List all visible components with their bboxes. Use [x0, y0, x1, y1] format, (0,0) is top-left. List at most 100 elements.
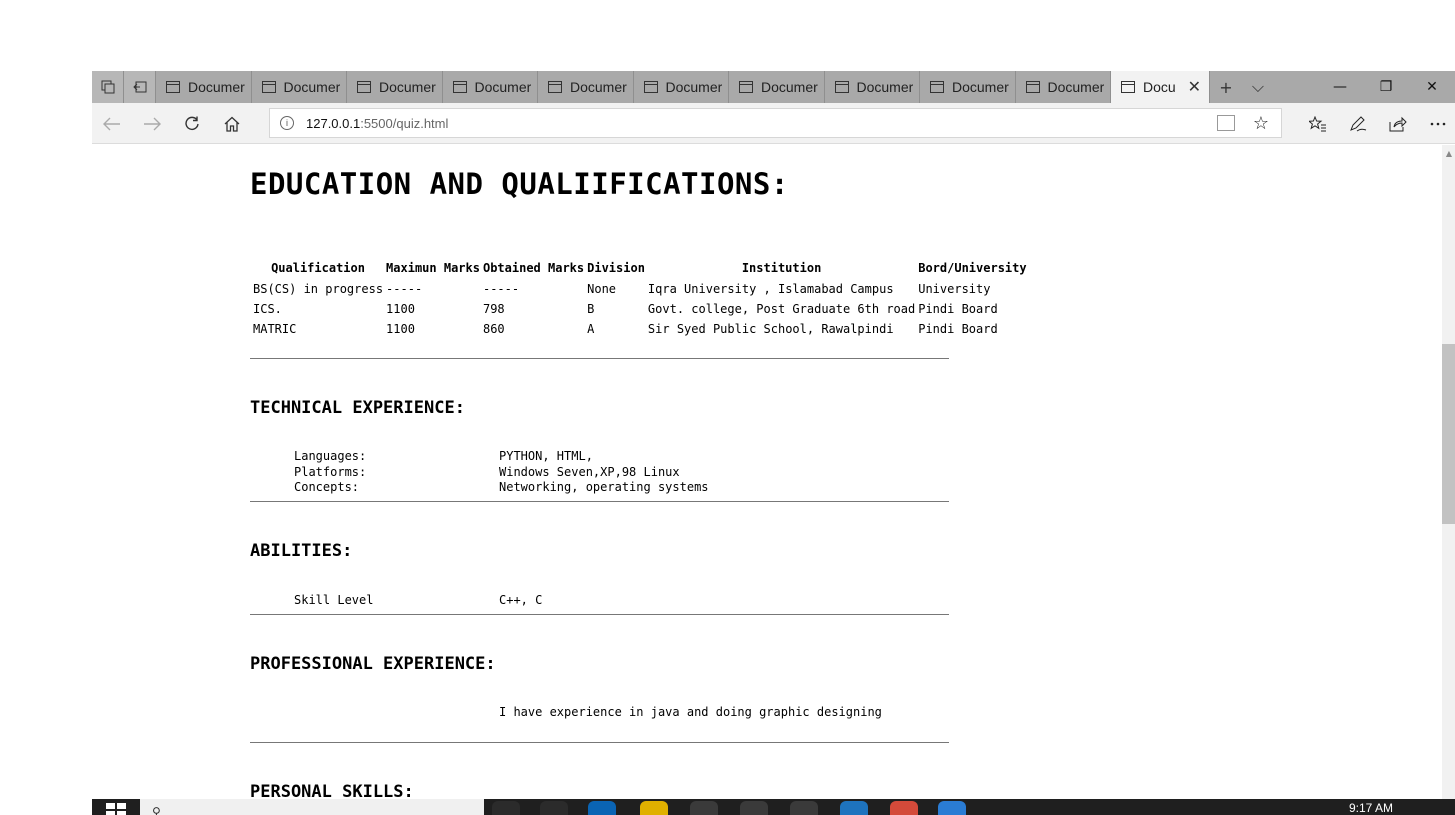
mail-icon[interactable] [740, 801, 768, 815]
page-icon [357, 81, 371, 93]
table-cell: Pindi Board [918, 302, 998, 316]
task-view-icon[interactable] [540, 801, 568, 815]
table-cell: 860 [482, 322, 505, 336]
column-header: Bord/University [918, 261, 1027, 275]
page-icon [166, 81, 180, 93]
tab-list-chevron-icon[interactable]: ⌵ [1242, 71, 1274, 103]
close-window-button[interactable]: ✕ [1409, 71, 1455, 103]
address-toolbar: i 127.0.0.1:5500/quiz.html ☆ [92, 103, 1455, 144]
scrollbar-thumb[interactable] [1442, 344, 1455, 524]
search-icon: ⚲ [152, 805, 161, 815]
abilities-heading: ABILITIES: [250, 541, 353, 561]
home-button[interactable] [212, 103, 252, 144]
table-cell: Iqra University , Islamabad Campus [647, 282, 894, 296]
table-cell: ----- [386, 282, 423, 296]
favorites-icon [1309, 115, 1326, 131]
page-icon [739, 81, 753, 93]
browser-tab[interactable]: Documer [729, 71, 825, 103]
browser-tab[interactable]: Documer [252, 71, 347, 103]
column-header: Maximun Marks [386, 261, 480, 275]
column-header: Institution [741, 261, 822, 275]
technical-label: Concepts: [294, 480, 360, 494]
table-cell: B [587, 302, 595, 316]
ability-label: Skill Level [294, 593, 374, 607]
section-divider [250, 614, 949, 615]
browser-window: Documer Documer Documer Documer Documer … [92, 71, 1455, 815]
reading-view-icon[interactable] [1217, 115, 1235, 131]
table-row: MATRIC 1100 860 A Sir Syed Public School… [253, 320, 1027, 338]
site-info-icon[interactable]: i [280, 116, 294, 130]
favorite-star-icon[interactable]: ☆ [1253, 113, 1269, 134]
settings-gear-icon[interactable] [790, 801, 818, 815]
tab-label: Documer [761, 79, 818, 95]
scroll-up-icon[interactable]: ▲ [1446, 149, 1452, 158]
professional-text: I have experience in java and doing grap… [499, 705, 882, 719]
chrome-icon[interactable] [890, 801, 918, 815]
notes-button[interactable] [1338, 103, 1378, 144]
column-header: Obtained Marks [482, 261, 585, 275]
page-icon [930, 81, 944, 93]
restore-button[interactable]: ❐ [1363, 71, 1409, 103]
tab-label: Documer [665, 79, 723, 95]
vscode-icon[interactable] [938, 801, 966, 815]
close-tab-icon[interactable]: ✕ [1188, 77, 1201, 97]
page-icon [1121, 81, 1135, 93]
page-icon [834, 81, 849, 93]
browser-tab[interactable]: Documer [347, 71, 443, 103]
file-explorer-icon[interactable] [640, 801, 668, 815]
browser-tab[interactable]: Documer [825, 71, 920, 103]
table-cell: Sir Syed Public School, Rawalpindi [647, 322, 894, 336]
back-arrow-icon [103, 117, 120, 130]
ability-value: C++, C [499, 593, 543, 607]
column-header: Division [587, 261, 645, 275]
windows-start-icon[interactable] [106, 803, 126, 815]
technical-label: Languages: [294, 449, 367, 463]
address-bar[interactable]: i 127.0.0.1:5500/quiz.html ☆ [269, 108, 1282, 138]
refresh-button[interactable] [172, 103, 212, 144]
tab-label: Documer [856, 79, 914, 95]
table-cell: 1100 [386, 302, 415, 316]
active-browser-tab[interactable]: Docu ✕ [1111, 71, 1210, 103]
vertical-scrollbar[interactable]: ▲ [1442, 145, 1455, 815]
table-cell: BS(CS) in progress [253, 282, 384, 296]
more-icon [1430, 122, 1446, 125]
browser-tab[interactable]: Documer [156, 71, 252, 103]
favorites-button[interactable] [1298, 103, 1338, 144]
browser-tab[interactable]: Documer [538, 71, 634, 103]
share-button[interactable] [1378, 103, 1418, 144]
back-button[interactable] [92, 103, 132, 144]
store-icon[interactable] [690, 801, 718, 815]
new-tab-button[interactable]: + [1210, 71, 1242, 103]
table-cell: 1100 [386, 322, 415, 336]
tab-preview-button[interactable] [92, 71, 124, 103]
education-table: Qualification Maximun Marks Obtained Mar… [250, 256, 1030, 340]
set-tabs-aside-button[interactable] [124, 71, 156, 103]
browser-tab[interactable]: Documer [1016, 71, 1111, 103]
column-header: Qualification [271, 261, 365, 275]
page-viewport: EDUCATION AND QUALIIFICATIONS: Qualifica… [92, 145, 1455, 815]
cortana-icon[interactable] [492, 801, 520, 815]
taskbar-search-box[interactable]: ⚲ [140, 799, 484, 815]
app-icon[interactable] [840, 801, 868, 815]
more-button[interactable] [1418, 103, 1455, 144]
tab-label: Documer [283, 79, 341, 95]
forward-arrow-icon [144, 117, 161, 130]
page-icon [548, 81, 562, 93]
page-icon [452, 81, 467, 93]
table-cell: University [918, 282, 991, 296]
table-cell: MATRIC [253, 322, 297, 336]
section-divider [250, 358, 949, 359]
forward-button[interactable] [132, 103, 172, 144]
table-header-row: Qualification Maximun Marks Obtained Mar… [253, 258, 1027, 278]
technical-value: PYTHON, HTML, [499, 449, 593, 463]
tab-label: Documer [188, 79, 245, 95]
technical-value: Networking, operating systems [499, 480, 709, 494]
browser-tab[interactable]: Documer [443, 71, 538, 103]
table-cell: ----- [482, 282, 520, 296]
browser-tab[interactable]: Documer [634, 71, 729, 103]
tab-label: Documer [379, 79, 436, 95]
browser-tab[interactable]: Documer [920, 71, 1016, 103]
minimize-button[interactable]: — [1317, 71, 1363, 103]
taskbar-clock[interactable]: 9:17 AM [1349, 801, 1393, 815]
edge-browser-icon[interactable] [588, 801, 616, 815]
